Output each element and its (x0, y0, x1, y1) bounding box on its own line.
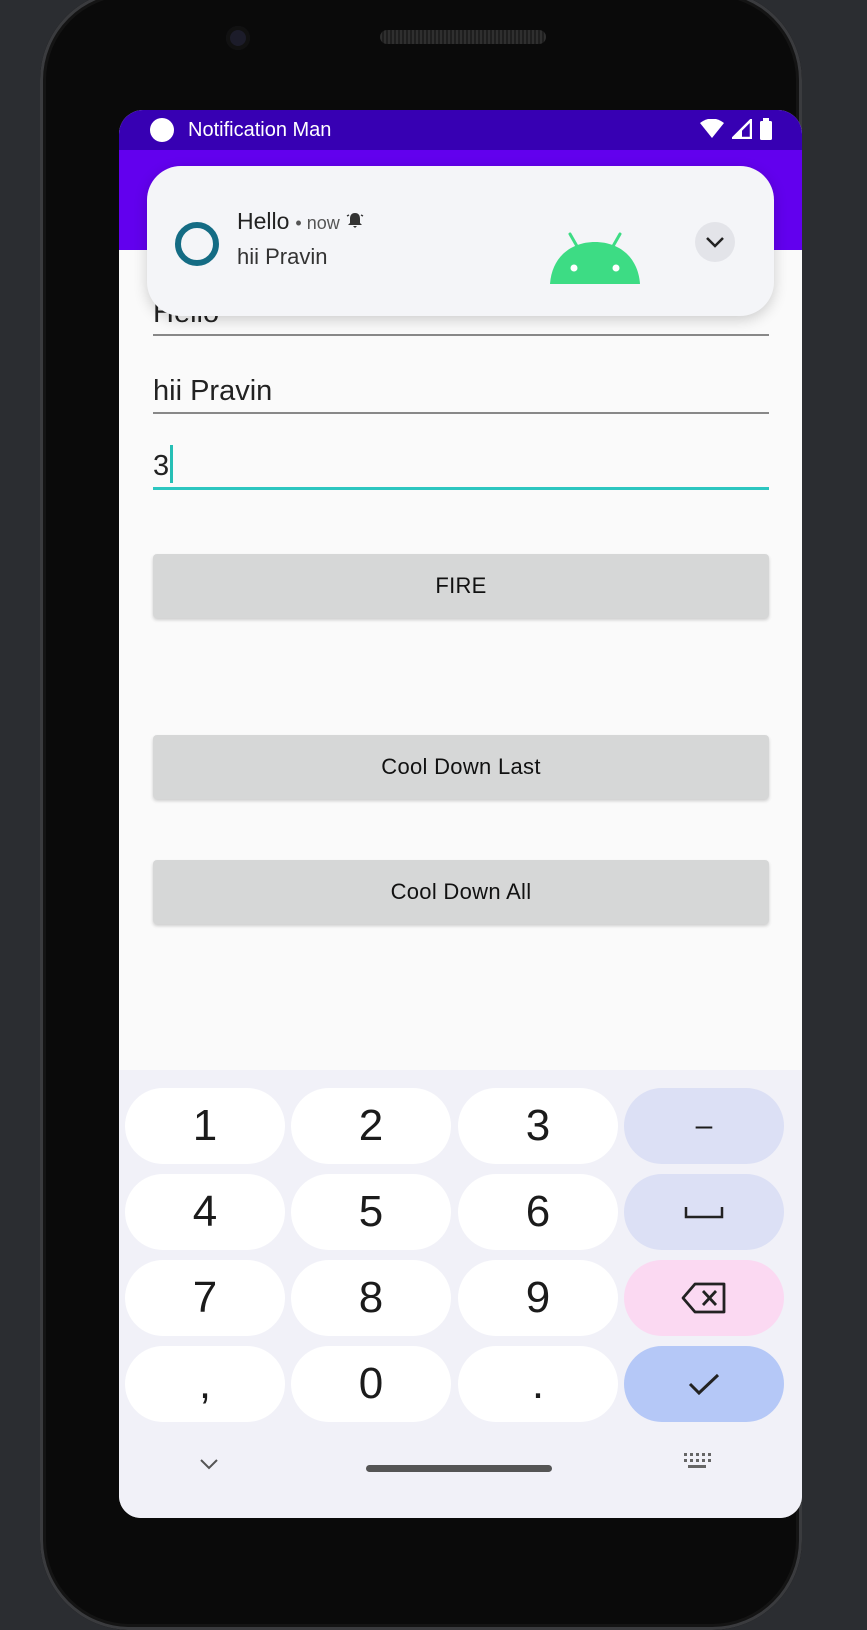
message-field-value: hii Pravin (153, 375, 273, 407)
key-1[interactable]: 1 (125, 1088, 285, 1164)
backspace-icon (681, 1282, 726, 1314)
key-6[interactable]: 6 (458, 1174, 618, 1250)
notification-header: Hello • now (237, 208, 364, 235)
key-0[interactable]: 0 (291, 1346, 451, 1422)
gesture-home-bar[interactable] (366, 1465, 552, 1472)
heads-up-notification[interactable]: Hello • now hii Pravin (147, 166, 774, 316)
key-2[interactable]: 2 (291, 1088, 451, 1164)
wifi-icon (700, 119, 724, 138)
status-icons (700, 118, 772, 140)
numeric-keyboard: 1 2 3 – 4 5 6 7 8 9 , 0 . (119, 1070, 802, 1518)
check-icon (688, 1373, 720, 1396)
earpiece-speaker (380, 30, 546, 44)
key-minus[interactable]: – (624, 1088, 784, 1164)
done-key[interactable] (624, 1346, 784, 1422)
keyboard-switch-icon[interactable] (683, 1452, 711, 1470)
notification-message-field[interactable]: hii Pravin (153, 374, 769, 414)
backspace-key[interactable] (624, 1260, 784, 1336)
phone-frame: Notification Man Hello hii Pravin 3 FIRE… (40, 0, 802, 1630)
notification-title: Hello (237, 208, 290, 234)
notification-time: • now (295, 213, 340, 233)
key-comma[interactable]: , (125, 1346, 285, 1422)
fire-button[interactable]: FIRE (153, 554, 769, 618)
key-5[interactable]: 5 (291, 1174, 451, 1250)
device-screen: Notification Man Hello hii Pravin 3 FIRE… (119, 110, 802, 1518)
notification-text: hii Pravin (237, 244, 328, 269)
key-3[interactable]: 3 (458, 1088, 618, 1164)
count-field-value: 3 (153, 450, 170, 482)
front-camera (226, 26, 250, 50)
notification-count-field[interactable]: 3 (153, 445, 769, 490)
key-period[interactable]: . (458, 1346, 618, 1422)
notification-app-icon (175, 222, 219, 266)
status-bar: Notification Man (119, 110, 802, 150)
status-bar-title: Notification Man (188, 118, 332, 141)
key-4[interactable]: 4 (125, 1174, 285, 1250)
expand-notification-button[interactable] (695, 222, 735, 262)
chevron-down-icon (706, 237, 724, 248)
battery-icon (760, 118, 772, 140)
key-9[interactable]: 9 (458, 1260, 618, 1336)
android-icon (550, 232, 640, 284)
key-8[interactable]: 8 (291, 1260, 451, 1336)
text-cursor (170, 445, 174, 483)
space-key[interactable] (624, 1174, 784, 1250)
cellular-signal-icon (732, 119, 752, 139)
cool-down-last-button[interactable]: Cool Down Last (153, 735, 769, 799)
hide-keyboard-icon[interactable] (199, 1458, 219, 1470)
space-icon (684, 1207, 724, 1219)
app-status-icon (150, 118, 174, 142)
bell-icon (346, 213, 364, 228)
cool-down-all-button[interactable]: Cool Down All (153, 860, 769, 924)
key-7[interactable]: 7 (125, 1260, 285, 1336)
